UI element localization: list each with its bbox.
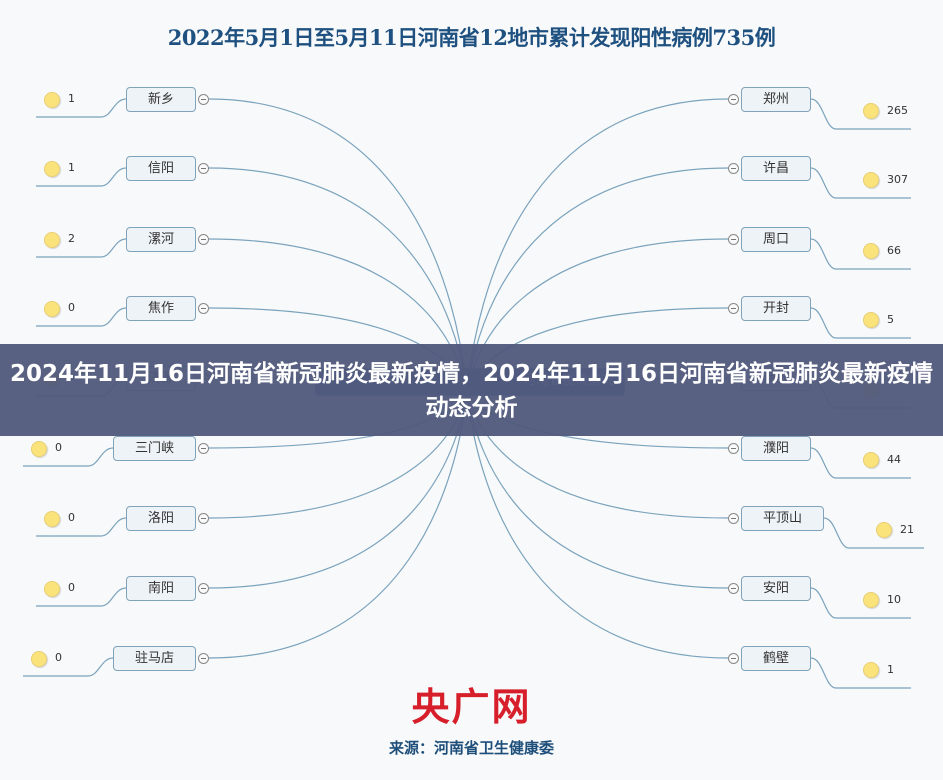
case-count: 307 [887,173,908,186]
case-count: 21 [900,523,914,536]
case-count: 0 [68,511,75,524]
case-bubble-icon [863,103,879,119]
case-bubble-icon [31,441,47,457]
collapse-toggle-icon[interactable] [198,583,209,594]
case-bubble-icon [863,312,879,328]
city-node-开封[interactable]: 开封 [741,296,811,321]
case-count: 0 [68,581,75,594]
case-count: 1 [887,663,894,676]
city-node-鹤壁[interactable]: 鹤壁 [741,646,811,671]
case-count: 0 [55,651,62,664]
case-bubble-icon [863,172,879,188]
case-count: 0 [55,441,62,454]
case-bubble-icon [863,243,879,259]
headline-text: 2024年11月16日河南省新冠肺炎最新疫情，2024年11月16日河南省新冠肺… [9,361,934,421]
collapse-toggle-icon[interactable] [198,513,209,524]
city-node-郑州[interactable]: 郑州 [741,87,811,112]
city-node-漯河[interactable]: 漯河 [126,227,196,252]
case-bubble-icon [863,592,879,608]
case-count: 44 [887,453,901,466]
collapse-toggle-icon[interactable] [198,234,209,245]
case-bubble-icon [44,581,60,597]
city-node-焦作[interactable]: 焦作 [126,296,196,321]
case-count: 66 [887,244,901,257]
collapse-toggle-icon[interactable] [728,513,739,524]
case-count: 10 [887,593,901,606]
city-node-濮阳[interactable]: 濮阳 [741,436,811,461]
collapse-toggle-icon[interactable] [198,443,209,454]
city-node-洛阳[interactable]: 洛阳 [126,506,196,531]
case-bubble-icon [44,92,60,108]
case-bubble-icon [44,301,60,317]
case-count: 1 [68,161,75,174]
case-bubble-icon [44,511,60,527]
collapse-toggle-icon[interactable] [728,163,739,174]
case-count: 265 [887,104,908,117]
connector-line [810,307,911,339]
city-node-新乡[interactable]: 新乡 [126,87,196,112]
cnr-logo: 央广网 [411,684,532,729]
collapse-toggle-icon[interactable] [198,163,209,174]
city-node-南阳[interactable]: 南阳 [126,576,196,601]
city-node-周口[interactable]: 周口 [741,227,811,252]
case-count: 0 [68,301,75,314]
city-node-信阳[interactable]: 信阳 [126,156,196,181]
case-count: 2 [68,232,75,245]
case-bubble-icon [876,522,892,538]
source-credit: 来源：河南省卫生健康委 [388,739,554,757]
city-node-平顶山[interactable]: 平顶山 [741,506,824,531]
case-bubble-icon [44,161,60,177]
city-node-三门峡[interactable]: 三门峡 [113,436,196,461]
collapse-toggle-icon[interactable] [198,303,209,314]
collapse-toggle-icon[interactable] [728,234,739,245]
case-bubble-icon [31,651,47,667]
case-count: 1 [68,92,75,105]
collapse-toggle-icon[interactable] [198,94,209,105]
collapse-toggle-icon[interactable] [728,94,739,105]
city-node-驻马店[interactable]: 驻马店 [113,646,196,671]
collapse-toggle-icon[interactable] [198,653,209,664]
collapse-toggle-icon[interactable] [728,583,739,594]
collapse-toggle-icon[interactable] [728,303,739,314]
city-node-安阳[interactable]: 安阳 [741,576,811,601]
case-bubble-icon [863,452,879,468]
case-count: 5 [887,313,894,326]
city-node-许昌[interactable]: 许昌 [741,156,811,181]
case-bubble-icon [44,232,60,248]
collapse-toggle-icon[interactable] [728,653,739,664]
collapse-toggle-icon[interactable] [728,443,739,454]
